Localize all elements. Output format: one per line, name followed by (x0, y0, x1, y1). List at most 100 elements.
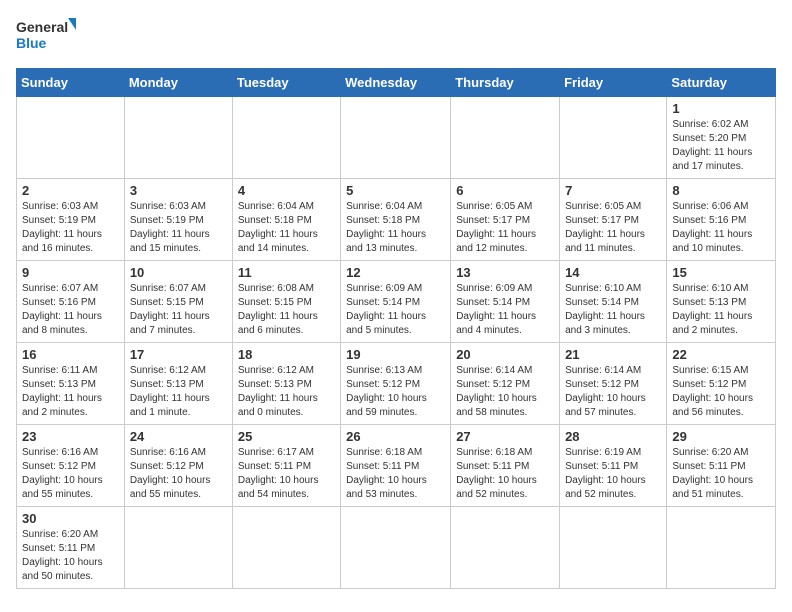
day-number: 22 (672, 347, 770, 362)
column-header-tuesday: Tuesday (232, 69, 340, 97)
day-info: Sunrise: 6:09 AM Sunset: 5:14 PM Dayligh… (346, 282, 445, 338)
calendar-cell: 26Sunrise: 6:18 AM Sunset: 5:11 PM Dayli… (341, 425, 451, 507)
calendar-cell: 2 Sunrise: 6:03 AM Sunset: 5:19 PM Daylig… (17, 179, 125, 261)
day-info: Sunrise: 6:19 AM Sunset: 5:11 PM Dayligh… (565, 446, 661, 502)
day-info: Sunrise: 6:08 AM Sunset: 5:15 PM Dayligh… (238, 282, 335, 338)
calendar-cell (451, 97, 560, 179)
calendar-table: SundayMondayTuesdayWednesdayThursdayFrid… (16, 68, 776, 589)
svg-text:Blue: Blue (16, 35, 47, 51)
calendar-cell: 30 Sunrise: 6:20 AM Sunset: 5:11 PM Dayli… (17, 507, 125, 589)
calendar-cell: 5 Sunrise: 6:04 AM Sunset: 5:18 PM Daylig… (341, 179, 451, 261)
day-number: 1 (672, 101, 770, 116)
day-info: Sunrise: 6:07 AM Sunset: 5:16 PM Dayligh… (22, 282, 119, 338)
day-info: Sunrise: 6:15 AM Sunset: 5:12 PM Dayligh… (672, 364, 770, 420)
calendar-cell: 15Sunrise: 6:10 AM Sunset: 5:13 PM Dayli… (667, 261, 776, 343)
day-number: 6 (456, 183, 554, 198)
column-header-friday: Friday (560, 69, 667, 97)
day-number: 2 (22, 183, 119, 198)
calendar-cell: 19Sunrise: 6:13 AM Sunset: 5:12 PM Dayli… (341, 343, 451, 425)
day-number: 4 (238, 183, 335, 198)
calendar-cell (341, 507, 451, 589)
day-info: Sunrise: 6:04 AM Sunset: 5:18 PM Dayligh… (238, 200, 335, 256)
day-info: Sunrise: 6:20 AM Sunset: 5:11 PM Dayligh… (22, 528, 119, 584)
calendar-cell: 10Sunrise: 6:07 AM Sunset: 5:15 PM Dayli… (124, 261, 232, 343)
calendar-cell: 1Sunrise: 6:02 AM Sunset: 5:20 PM Daylig… (667, 97, 776, 179)
calendar-cell: 6 Sunrise: 6:05 AM Sunset: 5:17 PM Daylig… (451, 179, 560, 261)
calendar-cell: 20 Sunrise: 6:14 AM Sunset: 5:12 PM Dayli… (451, 343, 560, 425)
day-info: Sunrise: 6:16 AM Sunset: 5:12 PM Dayligh… (130, 446, 227, 502)
calendar-cell: 24 Sunrise: 6:16 AM Sunset: 5:12 PM Dayli… (124, 425, 232, 507)
day-info: Sunrise: 6:18 AM Sunset: 5:11 PM Dayligh… (456, 446, 554, 502)
day-number: 17 (130, 347, 227, 362)
calendar-cell: 22 Sunrise: 6:15 AM Sunset: 5:12 PM Dayli… (667, 343, 776, 425)
calendar-header-row: SundayMondayTuesdayWednesdayThursdayFrid… (17, 69, 776, 97)
column-header-monday: Monday (124, 69, 232, 97)
day-info: Sunrise: 6:20 AM Sunset: 5:11 PM Dayligh… (672, 446, 770, 502)
calendar-cell: 11 Sunrise: 6:08 AM Sunset: 5:15 PM Dayli… (232, 261, 340, 343)
day-number: 25 (238, 429, 335, 444)
day-number: 7 (565, 183, 661, 198)
day-number: 8 (672, 183, 770, 198)
day-info: Sunrise: 6:07 AM Sunset: 5:15 PM Dayligh… (130, 282, 227, 338)
calendar-week-row: 23 Sunrise: 6:16 AM Sunset: 5:12 PM Dayli… (17, 425, 776, 507)
svg-text:General: General (16, 19, 68, 35)
calendar-cell (560, 97, 667, 179)
calendar-week-row: 1Sunrise: 6:02 AM Sunset: 5:20 PM Daylig… (17, 97, 776, 179)
column-header-wednesday: Wednesday (341, 69, 451, 97)
day-number: 23 (22, 429, 119, 444)
calendar-cell (232, 507, 340, 589)
day-info: Sunrise: 6:05 AM Sunset: 5:17 PM Dayligh… (456, 200, 554, 256)
day-number: 30 (22, 511, 119, 526)
calendar-cell: 7Sunrise: 6:05 AM Sunset: 5:17 PM Daylig… (560, 179, 667, 261)
day-number: 12 (346, 265, 445, 280)
day-info: Sunrise: 6:12 AM Sunset: 5:13 PM Dayligh… (238, 364, 335, 420)
calendar-cell (341, 97, 451, 179)
day-number: 19 (346, 347, 445, 362)
day-info: Sunrise: 6:11 AM Sunset: 5:13 PM Dayligh… (22, 364, 119, 420)
day-info: Sunrise: 6:09 AM Sunset: 5:14 PM Dayligh… (456, 282, 554, 338)
calendar-cell: 18 Sunrise: 6:12 AM Sunset: 5:13 PM Dayli… (232, 343, 340, 425)
day-info: Sunrise: 6:10 AM Sunset: 5:13 PM Dayligh… (672, 282, 770, 338)
calendar-cell: 27 Sunrise: 6:18 AM Sunset: 5:11 PM Dayli… (451, 425, 560, 507)
calendar-week-row: 30 Sunrise: 6:20 AM Sunset: 5:11 PM Dayli… (17, 507, 776, 589)
day-number: 5 (346, 183, 445, 198)
day-info: Sunrise: 6:14 AM Sunset: 5:12 PM Dayligh… (456, 364, 554, 420)
day-info: Sunrise: 6:17 AM Sunset: 5:11 PM Dayligh… (238, 446, 335, 502)
column-header-thursday: Thursday (451, 69, 560, 97)
logo: General Blue (16, 16, 76, 58)
day-number: 24 (130, 429, 227, 444)
column-header-sunday: Sunday (17, 69, 125, 97)
calendar-cell: 29Sunrise: 6:20 AM Sunset: 5:11 PM Dayli… (667, 425, 776, 507)
day-number: 18 (238, 347, 335, 362)
day-number: 11 (238, 265, 335, 280)
day-number: 3 (130, 183, 227, 198)
day-info: Sunrise: 6:03 AM Sunset: 5:19 PM Dayligh… (130, 200, 227, 256)
day-number: 16 (22, 347, 119, 362)
calendar-cell (17, 97, 125, 179)
calendar-cell: 28 Sunrise: 6:19 AM Sunset: 5:11 PM Dayli… (560, 425, 667, 507)
day-info: Sunrise: 6:18 AM Sunset: 5:11 PM Dayligh… (346, 446, 445, 502)
calendar-week-row: 16 Sunrise: 6:11 AM Sunset: 5:13 PM Dayli… (17, 343, 776, 425)
day-number: 20 (456, 347, 554, 362)
calendar-cell: 13 Sunrise: 6:09 AM Sunset: 5:14 PM Dayli… (451, 261, 560, 343)
calendar-cell (124, 97, 232, 179)
logo-svg: General Blue (16, 16, 76, 58)
day-info: Sunrise: 6:03 AM Sunset: 5:19 PM Dayligh… (22, 200, 119, 256)
day-number: 27 (456, 429, 554, 444)
day-number: 13 (456, 265, 554, 280)
day-info: Sunrise: 6:12 AM Sunset: 5:13 PM Dayligh… (130, 364, 227, 420)
day-info: Sunrise: 6:14 AM Sunset: 5:12 PM Dayligh… (565, 364, 661, 420)
calendar-cell: 21Sunrise: 6:14 AM Sunset: 5:12 PM Dayli… (560, 343, 667, 425)
day-number: 9 (22, 265, 119, 280)
calendar-cell: 25 Sunrise: 6:17 AM Sunset: 5:11 PM Dayli… (232, 425, 340, 507)
day-info: Sunrise: 6:04 AM Sunset: 5:18 PM Dayligh… (346, 200, 445, 256)
calendar-cell: 8Sunrise: 6:06 AM Sunset: 5:16 PM Daylig… (667, 179, 776, 261)
page-header: General Blue (16, 16, 776, 58)
calendar-cell: 4 Sunrise: 6:04 AM Sunset: 5:18 PM Daylig… (232, 179, 340, 261)
calendar-week-row: 9 Sunrise: 6:07 AM Sunset: 5:16 PM Daylig… (17, 261, 776, 343)
day-info: Sunrise: 6:16 AM Sunset: 5:12 PM Dayligh… (22, 446, 119, 502)
calendar-cell: 16 Sunrise: 6:11 AM Sunset: 5:13 PM Dayli… (17, 343, 125, 425)
day-number: 28 (565, 429, 661, 444)
column-header-saturday: Saturday (667, 69, 776, 97)
calendar-cell: 12 Sunrise: 6:09 AM Sunset: 5:14 PM Dayli… (341, 261, 451, 343)
